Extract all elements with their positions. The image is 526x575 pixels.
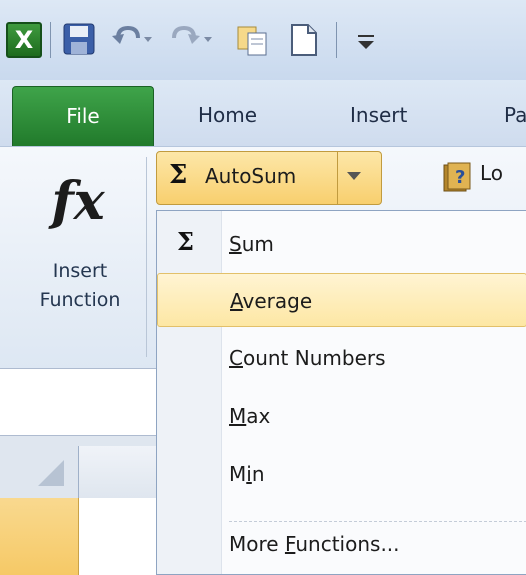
quick-access-toolbar: X	[0, 0, 526, 80]
split-divider	[337, 152, 338, 204]
autosum-dropdown-menu: Σ Sum Average Count Numbers Max Min More…	[156, 210, 526, 575]
menu-item-average[interactable]: Average	[157, 273, 526, 327]
select-all-corner[interactable]	[0, 446, 79, 498]
menu-item-count-numbers[interactable]: Count Numbers	[157, 331, 526, 385]
ribbon-tabs: File Home Insert Pa	[0, 80, 526, 146]
new-document-icon[interactable]	[290, 22, 318, 58]
tab-page-layout[interactable]: Pa	[504, 86, 526, 146]
select-all-triangle-icon	[38, 460, 64, 486]
column-header[interactable]	[79, 446, 159, 498]
save-icon[interactable]	[62, 22, 96, 56]
tab-insert[interactable]: Insert	[350, 86, 407, 146]
logical-button-label[interactable]: Lo	[480, 161, 503, 185]
chevron-down-icon[interactable]	[347, 172, 361, 180]
name-box[interactable]	[0, 368, 160, 436]
tab-file[interactable]: File	[12, 86, 154, 146]
menu-item-more-functions[interactable]: More Functions...	[157, 517, 526, 571]
autosum-label: AutoSum	[205, 164, 297, 188]
autosum-button[interactable]: Σ AutoSum	[156, 151, 382, 205]
function-icon[interactable]: fx	[38, 167, 118, 237]
ribbon-divider	[146, 157, 147, 357]
row-header-selected[interactable]	[0, 498, 79, 575]
menu-item-sum[interactable]: Σ Sum	[157, 217, 526, 271]
insert-function-button[interactable]: Insert Function	[18, 257, 142, 315]
tab-home[interactable]: Home	[198, 86, 257, 146]
sigma-icon: Σ	[169, 160, 188, 190]
menu-item-min[interactable]: Min	[157, 447, 526, 501]
svg-text:?: ?	[455, 167, 465, 188]
qat-separator	[336, 22, 337, 58]
customize-qat-icon[interactable]	[352, 22, 382, 58]
cell[interactable]	[79, 498, 159, 575]
qat-separator	[50, 22, 51, 58]
redo-icon[interactable]	[172, 22, 214, 58]
menu-item-max[interactable]: Max	[157, 389, 526, 443]
copy-icon[interactable]	[236, 22, 270, 58]
logical-book-icon[interactable]: ?	[440, 159, 474, 193]
undo-icon[interactable]	[112, 22, 154, 58]
sigma-icon: Σ	[177, 227, 194, 256]
excel-icon[interactable]: X	[6, 22, 42, 58]
